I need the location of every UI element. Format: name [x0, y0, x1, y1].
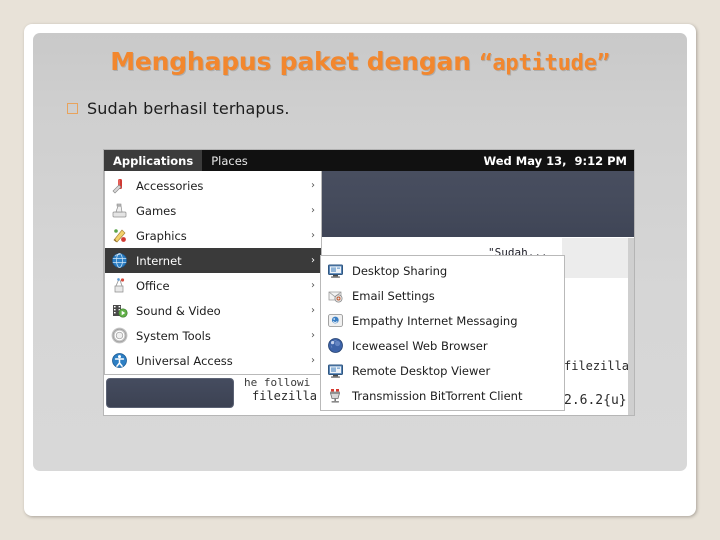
slide-content-panel: Menghapus paket dengan “aptitude” Sudah …	[33, 33, 687, 471]
desktop-sharing-icon	[327, 262, 344, 279]
sound-video-icon	[111, 302, 128, 319]
gnome-top-panel: Applications Places Wed May 13, 9:12 PM	[104, 150, 634, 171]
menu-item-label: Games	[136, 203, 177, 218]
games-icon	[111, 202, 128, 219]
places-menu-button[interactable]: Places	[202, 150, 257, 171]
internet-submenu: Desktop Sharing Email Settings Empathy Int…	[320, 255, 565, 411]
menu-item-internet[interactable]: Internet ›	[105, 248, 321, 273]
submenu-item-email-settings[interactable]: Email Settings	[321, 283, 564, 308]
chevron-right-icon: ›	[311, 330, 315, 341]
menu-item-label: Universal Access	[136, 353, 233, 368]
chevron-right-icon: ›	[311, 230, 315, 241]
submenu-item-transmission-bittorrent-client[interactable]: Transmission BitTorrent Client	[321, 383, 564, 408]
menu-item-label: System Tools	[136, 328, 211, 343]
chevron-right-icon: ›	[311, 305, 315, 316]
iceweasel-icon	[327, 337, 344, 354]
chevron-right-icon: ›	[311, 255, 315, 266]
submenu-item-label: Empathy Internet Messaging	[352, 313, 518, 328]
graphics-icon	[111, 227, 128, 244]
chevron-right-icon: ›	[311, 280, 315, 291]
menu-item-graphics[interactable]: Graphics ›	[105, 223, 321, 248]
terminal-scrollbar[interactable]	[628, 238, 634, 415]
page-title-text: Menghapus paket dengan	[110, 47, 480, 76]
transmission-icon	[327, 387, 344, 404]
system-tools-icon	[111, 327, 128, 344]
applications-menu-button[interactable]: Applications	[104, 150, 203, 171]
page-title-code: “aptitude”	[479, 51, 610, 76]
terminal-text-line-5: 2.6.2{u}	[564, 393, 627, 408]
terminal-side-panel	[562, 238, 634, 278]
submenu-item-label: Email Settings	[352, 288, 435, 303]
terminal-text-line-2: he followi	[244, 376, 311, 389]
panel-clock[interactable]: Wed May 13, 9:12 PM	[483, 150, 627, 171]
submenu-item-label: Iceweasel Web Browser	[352, 338, 488, 353]
menu-item-accessories[interactable]: Accessories ›	[105, 173, 321, 198]
embedded-screenshot: "Sudah... he followi filezilla filezilla…	[104, 150, 634, 415]
menu-item-system-tools[interactable]: System Tools ›	[105, 323, 321, 348]
menu-item-games[interactable]: Games ›	[105, 198, 321, 223]
applications-dropdown-menu: Accessories › Games › Graphics › Internet › Offi…	[104, 171, 322, 375]
menu-item-label: Office	[136, 278, 170, 293]
menu-item-label: Graphics	[136, 228, 187, 243]
accessories-icon	[111, 177, 128, 194]
bullet-item: Sudah berhasil terhapus.	[67, 99, 290, 118]
menu-item-sound-video[interactable]: Sound & Video ›	[105, 298, 321, 323]
menu-item-office[interactable]: Office ›	[105, 273, 321, 298]
menu-item-label: Accessories	[136, 178, 204, 193]
menu-item-label: Sound & Video	[136, 303, 221, 318]
chevron-right-icon: ›	[311, 355, 315, 366]
submenu-item-label: Desktop Sharing	[352, 263, 448, 278]
page-title: Menghapus paket dengan “aptitude”	[33, 47, 687, 76]
bullet-square-icon	[67, 103, 78, 114]
terminal-text-line-4: filezilla	[564, 359, 630, 373]
submenu-item-remote-desktop-viewer[interactable]: Remote Desktop Viewer	[321, 358, 564, 383]
email-settings-icon	[327, 287, 344, 304]
submenu-item-label: Transmission BitTorrent Client	[352, 388, 523, 403]
chevron-right-icon: ›	[311, 205, 315, 216]
internet-globe-icon	[111, 252, 128, 269]
submenu-item-desktop-sharing[interactable]: Desktop Sharing	[321, 258, 564, 283]
submenu-item-label: Remote Desktop Viewer	[352, 363, 491, 378]
terminal-text-line-3: filezilla	[252, 389, 318, 403]
menu-item-label: Internet	[136, 253, 182, 268]
menu-item-universal-access[interactable]: Universal Access ›	[105, 348, 321, 373]
submenu-item-iceweasel-web-browser[interactable]: Iceweasel Web Browser	[321, 333, 564, 358]
submenu-item-empathy-internet-messaging[interactable]: Empathy Internet Messaging	[321, 308, 564, 333]
bullet-label: Sudah berhasil terhapus.	[87, 99, 290, 118]
empathy-icon	[327, 312, 344, 329]
chevron-right-icon: ›	[311, 180, 315, 191]
remote-desktop-icon	[327, 362, 344, 379]
taskbar-window-button[interactable]	[106, 378, 234, 408]
office-icon	[111, 277, 128, 294]
universal-access-icon	[111, 352, 128, 369]
slide-card: Menghapus paket dengan “aptitude” Sudah …	[24, 24, 696, 516]
